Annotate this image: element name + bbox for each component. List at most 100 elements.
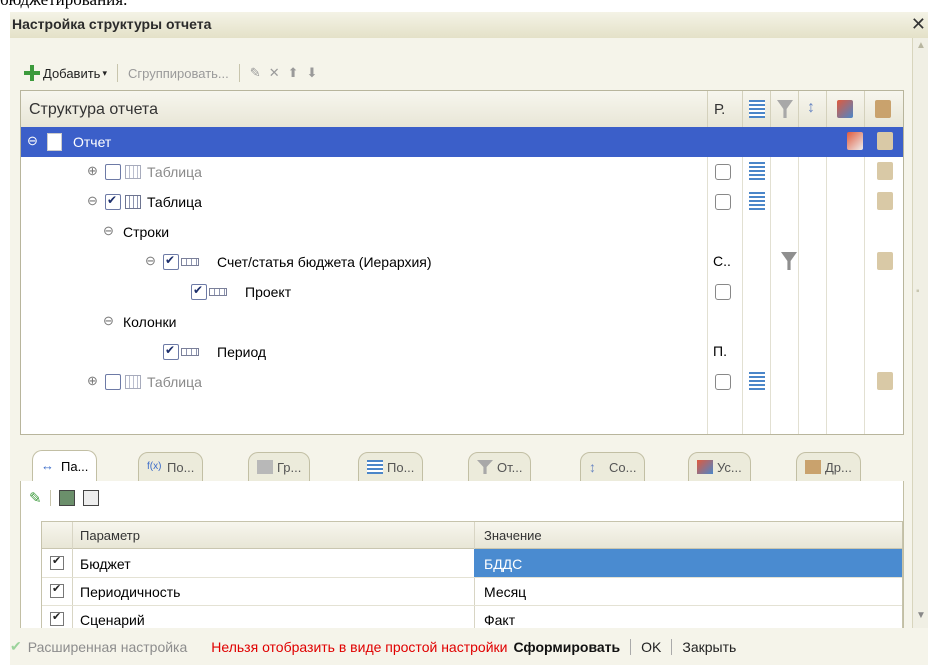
- column-header-other[interactable]: [864, 91, 904, 127]
- use-checkbox[interactable]: [50, 554, 64, 570]
- tab-filter[interactable]: От...: [468, 452, 532, 482]
- dialog-footer: ✔ Расширенная настройка Нельзя отобразит…: [10, 628, 928, 665]
- settings-icon[interactable]: [877, 132, 893, 150]
- tree-row-table[interactable]: ⊕ Таблица: [21, 157, 903, 187]
- tab-user-fields[interactable]: f(x) По...: [138, 452, 204, 482]
- dialog-scrollbar[interactable]: ▲ ▪ ▼: [912, 38, 928, 628]
- tree-row-label: Счет/статья бюджета (Иерархия): [217, 254, 432, 270]
- use-checkbox[interactable]: [105, 164, 121, 180]
- extended-settings-toggle[interactable]: Расширенная настройка: [28, 639, 188, 655]
- tree-row-report[interactable]: ⊖ Отчет: [21, 127, 903, 157]
- parameters-table[interactable]: Параметр Значение Бюджет БДДС Периодично…: [41, 521, 903, 634]
- edit-icon[interactable]: ✎: [246, 65, 265, 81]
- table-row[interactable]: Периодичность Месяц: [42, 577, 902, 606]
- tree-row-table[interactable]: ⊖ Таблица: [21, 187, 903, 217]
- expand-icon[interactable]: ⊕: [87, 163, 98, 179]
- expand-icon[interactable]: ⊕: [87, 373, 98, 389]
- row-checkbox[interactable]: [715, 374, 731, 390]
- tree-row-budget-account[interactable]: ⊖ Счет/статья бюджета (Иерархия) С..: [21, 247, 903, 277]
- move-down-icon[interactable]: ⬇: [303, 65, 322, 81]
- close-button[interactable]: Закрыть: [682, 639, 736, 655]
- tab-conditional-appearance[interactable]: Ус...: [688, 452, 751, 482]
- scroll-thumb[interactable]: ▪: [916, 286, 920, 297]
- use-checkbox[interactable]: [50, 610, 64, 626]
- tab-label: Гр...: [277, 459, 302, 475]
- tree-row-rows[interactable]: ⊖ Строки: [21, 217, 903, 247]
- check-all-icon[interactable]: [58, 490, 75, 506]
- tree-row-table[interactable]: ⊕ Таблица: [21, 367, 903, 397]
- tab-label: Со...: [609, 459, 637, 475]
- collapse-icon[interactable]: ⊖: [27, 133, 38, 149]
- collapse-icon[interactable]: ⊖: [103, 223, 114, 239]
- fields-icon[interactable]: [749, 192, 765, 210]
- tab-label: По...: [387, 459, 415, 475]
- column-header-parameter: Параметр: [80, 528, 140, 543]
- column-header-filter[interactable]: [770, 91, 799, 127]
- parameter-value: Факт: [484, 612, 516, 628]
- settings-icon[interactable]: [877, 252, 893, 270]
- column-header-sort[interactable]: ↕: [798, 91, 827, 127]
- table-row[interactable]: Бюджет БДДС: [42, 549, 902, 578]
- parameter-name: Бюджет: [80, 556, 131, 572]
- fields-icon[interactable]: [749, 372, 765, 390]
- tree-row-label: Отчет: [73, 134, 112, 150]
- tab-parameters[interactable]: ↔ Па...: [32, 450, 98, 482]
- tree-row-label: Таблица: [147, 164, 202, 180]
- row-checkbox[interactable]: [715, 164, 731, 180]
- parameter-value-cell[interactable]: Месяц: [474, 577, 902, 605]
- column-header-appearance[interactable]: [826, 91, 865, 127]
- use-checkbox[interactable]: [163, 343, 179, 360]
- toolbar-separator: [49, 490, 51, 506]
- footer-separator: [671, 638, 673, 655]
- scroll-up-icon[interactable]: ▲: [916, 40, 926, 51]
- generate-button[interactable]: Сформировать: [513, 639, 620, 655]
- use-checkbox[interactable]: [105, 193, 121, 210]
- filter-icon: [777, 100, 793, 118]
- tree-row-project[interactable]: Проект: [21, 277, 903, 307]
- appearance-icon[interactable]: [847, 132, 863, 150]
- add-button[interactable]: Добавить ▾: [20, 65, 111, 81]
- tree-row-columns[interactable]: ⊖ Колонки: [21, 307, 903, 337]
- edit-icon[interactable]: ✎: [29, 489, 42, 507]
- close-icon[interactable]: ✕: [911, 14, 926, 35]
- delete-icon[interactable]: ✕: [265, 65, 284, 81]
- row-checkbox[interactable]: [715, 284, 731, 300]
- group-button[interactable]: Сгруппировать...: [124, 66, 233, 81]
- column-header-fields[interactable]: [742, 91, 771, 127]
- tab-label: Др...: [825, 459, 852, 475]
- collapse-icon[interactable]: ⊖: [145, 253, 156, 269]
- tab-sort[interactable]: ↕ Со...: [580, 452, 646, 482]
- use-checkbox[interactable]: [105, 374, 121, 390]
- tab-grouping[interactable]: Гр...: [248, 452, 311, 482]
- parameter-name: Периодичность: [80, 584, 181, 600]
- column-header-r-label: Р.: [714, 101, 726, 118]
- chevron-down-icon: ▾: [102, 67, 107, 78]
- ok-button[interactable]: OK: [641, 639, 661, 655]
- parameter-value-cell[interactable]: БДДС: [474, 549, 902, 577]
- fields-icon[interactable]: [749, 162, 765, 180]
- use-checkbox[interactable]: [191, 283, 207, 300]
- move-up-icon[interactable]: ⬆: [284, 65, 303, 81]
- uncheck-all-icon[interactable]: [82, 490, 99, 506]
- tree-row-label: Проект: [245, 284, 292, 300]
- tab-other-settings[interactable]: Др...: [796, 452, 861, 482]
- row-checkbox[interactable]: [715, 194, 731, 210]
- tree-row-label: Таблица: [147, 194, 202, 210]
- collapse-icon[interactable]: ⊖: [87, 193, 98, 209]
- parameters-table-header: Параметр Значение: [42, 522, 902, 549]
- tab-selected-fields[interactable]: По...: [358, 452, 424, 482]
- column-header-r[interactable]: Р.: [707, 91, 743, 127]
- report-structure-tree[interactable]: Структура отчета Р. ↕ ⊖ Отчет ⊕ Таблица …: [20, 90, 904, 435]
- settings-icon[interactable]: [877, 372, 893, 390]
- appearance-icon: [697, 460, 713, 474]
- collapse-icon[interactable]: ⊖: [103, 313, 114, 329]
- use-checkbox[interactable]: [163, 253, 179, 270]
- filter-icon[interactable]: [781, 252, 797, 270]
- column-header-value: Значение: [484, 528, 542, 543]
- scroll-down-icon[interactable]: ▼: [916, 610, 926, 621]
- settings-icon[interactable]: [877, 192, 893, 210]
- use-checkbox[interactable]: [50, 582, 64, 598]
- tree-row-period[interactable]: Период П.: [21, 337, 903, 367]
- settings-icon[interactable]: [877, 162, 893, 180]
- tree-row-label: Таблица: [147, 374, 202, 390]
